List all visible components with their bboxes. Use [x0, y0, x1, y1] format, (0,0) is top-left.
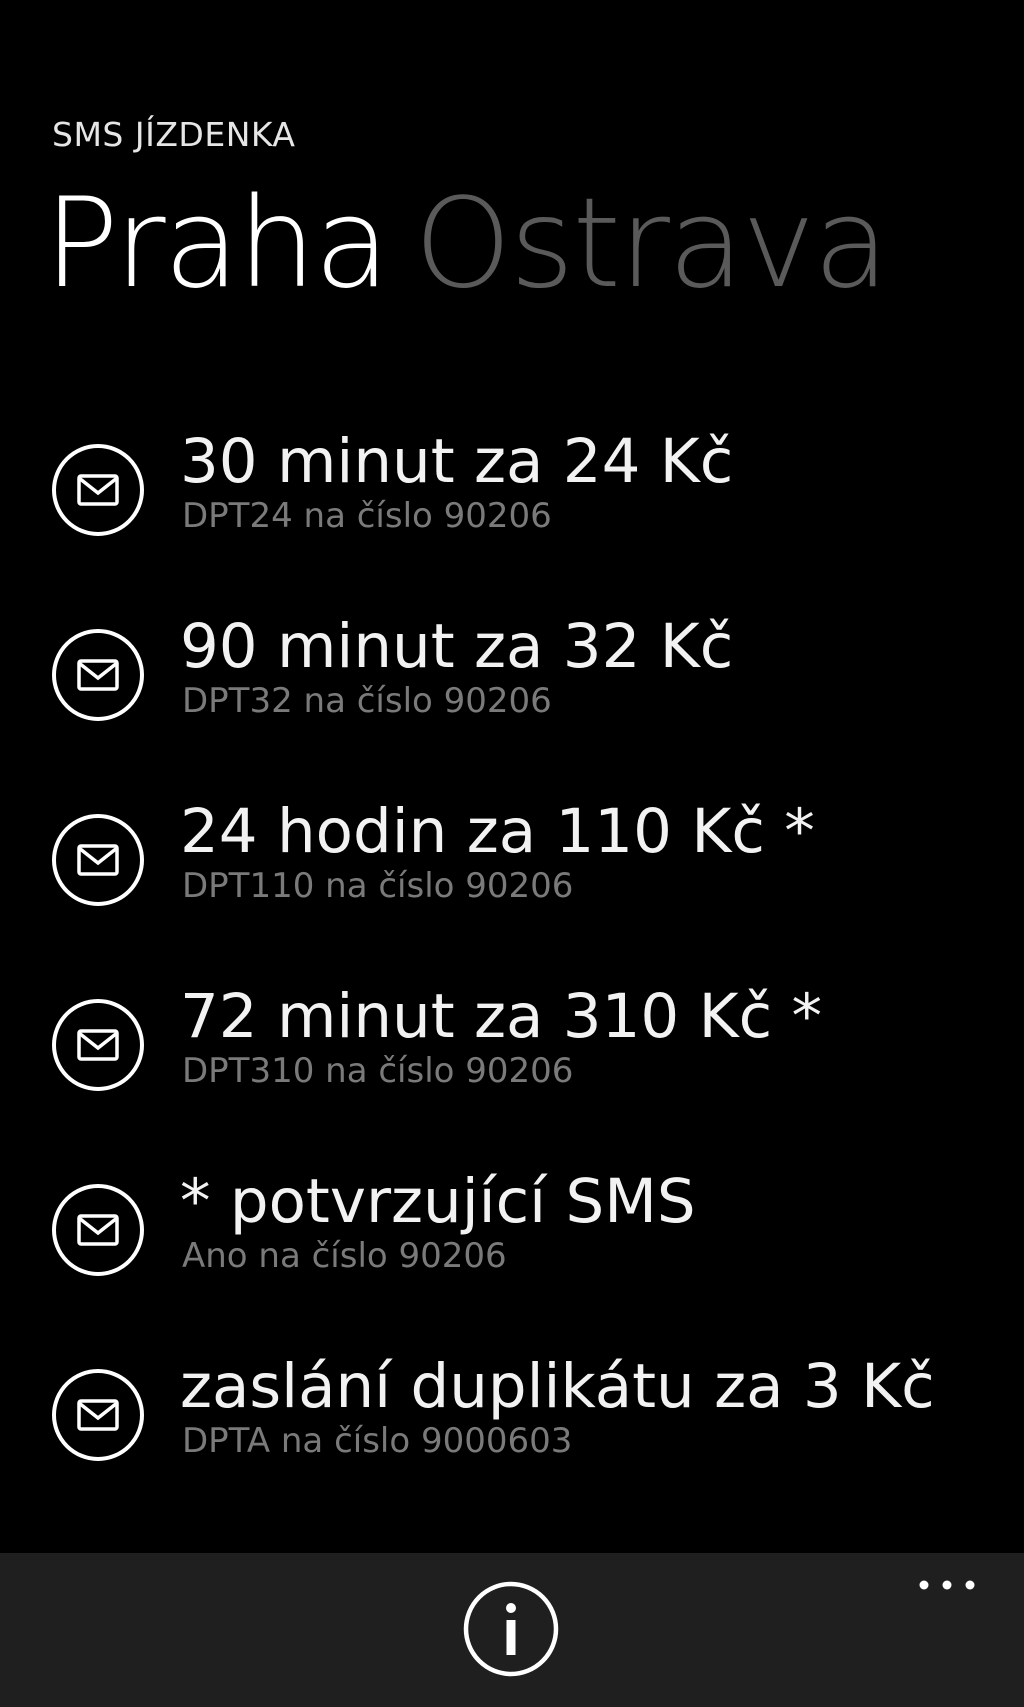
message-icon [52, 814, 144, 906]
item-title: zaslání duplikátu za 3 Kč [180, 1351, 935, 1422]
more-ellipsis-icon[interactable] [916, 1575, 978, 1595]
message-icon [52, 629, 144, 721]
pivot-item-praha[interactable]: Praha [44, 172, 390, 316]
message-icon [52, 999, 144, 1091]
message-icon [52, 1369, 144, 1461]
item-subtitle: DPT110 na číslo 90206 [182, 866, 574, 906]
item-subtitle: DPT24 na číslo 90206 [182, 496, 552, 536]
item-title: 90 minut za 32 Kč [180, 611, 734, 682]
list-item[interactable]: zaslání duplikátu za 3 Kč DPTA na číslo … [50, 1353, 990, 1471]
item-title: 30 minut za 24 Kč [180, 426, 734, 497]
item-subtitle: DPT310 na číslo 90206 [182, 1051, 574, 1091]
item-title: 72 minut za 310 Kč * [180, 981, 823, 1052]
list-item[interactable]: 30 minut za 24 Kč DPT24 na číslo 90206 [50, 428, 990, 546]
item-subtitle: Ano na číslo 90206 [182, 1236, 507, 1276]
pivot-item-ostrava[interactable]: Ostrava [414, 172, 889, 316]
app-bar [0, 1553, 1024, 1707]
app-title: SMS JÍZDENKA [52, 115, 296, 154]
message-icon [52, 444, 144, 536]
item-title: * potvrzující SMS [180, 1166, 696, 1237]
item-subtitle: DPTA na číslo 9000603 [182, 1421, 573, 1461]
item-subtitle: DPT32 na číslo 90206 [182, 681, 552, 721]
message-icon [52, 1184, 144, 1276]
item-title: 24 hodin za 110 Kč * [180, 796, 815, 867]
info-icon[interactable] [461, 1579, 561, 1679]
list-item[interactable]: 24 hodin za 110 Kč * DPT110 na číslo 902… [50, 798, 990, 916]
list-item[interactable]: * potvrzující SMS Ano na číslo 90206 [50, 1168, 990, 1286]
list-item[interactable]: 90 minut za 32 Kč DPT32 na číslo 90206 [50, 613, 990, 731]
pivot-header: Praha Ostrava [44, 182, 889, 306]
list-item[interactable]: 72 minut za 310 Kč * DPT310 na číslo 902… [50, 983, 990, 1101]
